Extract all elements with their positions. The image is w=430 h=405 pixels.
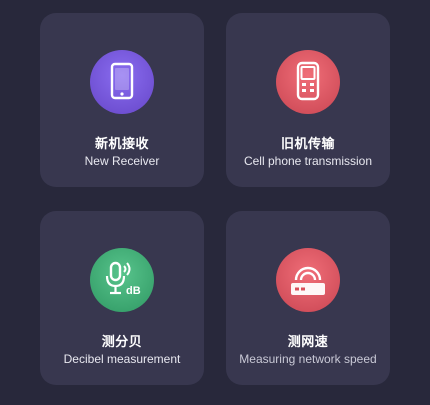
card-title-en: Measuring network speed [239, 352, 377, 366]
tool-grid: 新机接收 New Receiver 旧机传输 Cell phone transm… [0, 0, 430, 405]
cell-phone-transmission-card[interactable]: 旧机传输 Cell phone transmission [226, 13, 390, 187]
card-title-cn: 测分贝 [101, 334, 143, 349]
router-wifi-icon [276, 248, 340, 312]
old-phone-icon [276, 50, 340, 114]
decibel-measurement-card[interactable]: dB 测分贝 Decibel measurement [40, 211, 204, 385]
phone-icon [90, 50, 154, 114]
card-title-cn: 旧机传输 [280, 136, 335, 151]
card-title-cn: 新机接收 [94, 136, 149, 151]
new-receiver-card[interactable]: 新机接收 New Receiver [40, 13, 204, 187]
card-title-en: New Receiver [84, 154, 160, 168]
microphone-db-icon: dB [90, 248, 154, 312]
network-speed-card[interactable]: 测网速 Measuring network speed [226, 211, 390, 385]
card-title-cn: 测网速 [287, 334, 329, 349]
db-label: dB [126, 285, 141, 297]
card-title-en: Decibel measurement [63, 352, 181, 366]
card-title-en: Cell phone transmission [243, 154, 373, 168]
